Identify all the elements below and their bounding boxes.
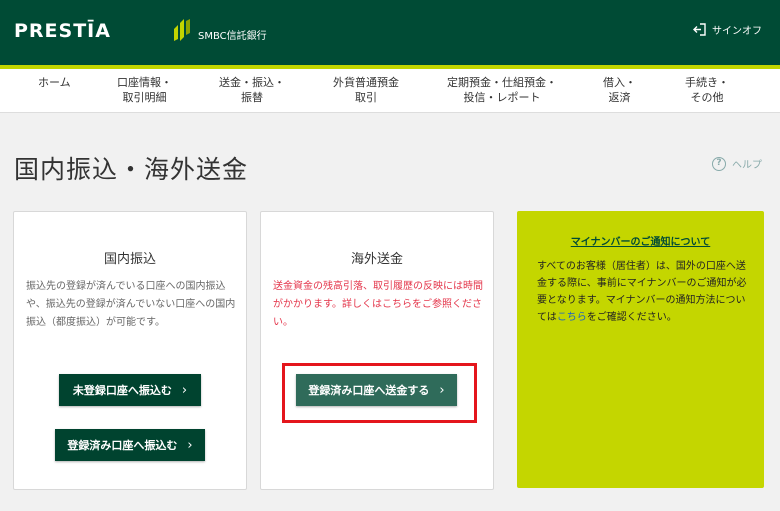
nav-transfer-line1: 送金・振込・ bbox=[219, 76, 285, 89]
main-nav: ホーム 口座情報・ 取引明細 送金・振込・ 振替 外貨普通預金 取引 定期預金・… bbox=[0, 69, 780, 113]
smbc-brand-mark-icon bbox=[174, 19, 190, 41]
nav-loan[interactable]: 借入・ 返済 bbox=[603, 75, 636, 105]
registered-transfer-button[interactable]: 登録済み口座へ振込む › bbox=[55, 429, 205, 461]
nav-procedures-line1: 手続き・ bbox=[685, 76, 729, 89]
signout-button[interactable]: サインオフ bbox=[693, 22, 762, 37]
nav-time-deposit-line2: 投信・レポート bbox=[463, 91, 541, 104]
nav-home[interactable]: ホーム bbox=[38, 75, 71, 90]
nav-home-label: ホーム bbox=[38, 76, 71, 89]
chevron-right-icon: › bbox=[181, 382, 188, 398]
unregistered-transfer-button[interactable]: 未登録口座へ振込む › bbox=[59, 374, 201, 406]
page-title: 国内振込・海外送金 bbox=[14, 155, 249, 184]
overseas-details-link[interactable]: こちら bbox=[382, 299, 412, 310]
nav-foreign-deposit-line2: 取引 bbox=[355, 91, 377, 104]
overseas-remittance-description: 送金資金の残高引落、取引履歴の反映には時間がかかります。詳しくはこちらをご参照く… bbox=[273, 278, 483, 332]
nav-account-info-line1: 口座情報・ bbox=[117, 76, 172, 89]
nav-transfer[interactable]: 送金・振込・ 振替 bbox=[219, 75, 285, 105]
highlight-box bbox=[282, 363, 477, 423]
nav-foreign-deposit[interactable]: 外貨普通預金 取引 bbox=[333, 75, 399, 105]
unregistered-transfer-label: 未登録口座へ振込む bbox=[72, 384, 172, 397]
signout-label: サインオフ bbox=[712, 26, 762, 37]
nav-procedures[interactable]: 手続き・ その他 bbox=[685, 75, 729, 105]
signout-icon bbox=[693, 23, 706, 36]
help-label: ヘルプ bbox=[732, 160, 762, 171]
prestia-logo[interactable]: PRESTĪA bbox=[14, 20, 111, 42]
registered-transfer-label: 登録済み口座へ振込む bbox=[67, 439, 178, 452]
help-icon: ? bbox=[712, 156, 726, 171]
mynumber-notice-link[interactable]: マイナンバーのご通知について bbox=[517, 233, 764, 248]
mynumber-notice-card: マイナンバーのご通知について すべてのお客様（居住者）は、国外の口座へ送金する際… bbox=[517, 211, 764, 488]
domestic-transfer-title: 国内振込 bbox=[103, 252, 156, 267]
mynumber-notice-body: すべてのお客様（居住者）は、国外の口座へ送金する際に、事前にマイナンバーのご通知… bbox=[537, 258, 750, 326]
nav-account-info-line2: 取引明細 bbox=[122, 91, 167, 104]
site-header: PRESTĪA SMBC信託銀行 サインオフ bbox=[0, 0, 780, 65]
nav-transfer-line2: 振替 bbox=[241, 91, 263, 104]
help-link[interactable]: ? ヘルプ bbox=[712, 156, 762, 171]
chevron-right-icon: › bbox=[187, 437, 193, 453]
nav-time-deposit[interactable]: 定期預金・仕組預金・ 投信・レポート bbox=[447, 75, 557, 105]
nav-foreign-deposit-line1: 外貨普通預金 bbox=[333, 76, 399, 89]
nav-procedures-line2: その他 bbox=[690, 91, 724, 104]
domestic-transfer-description: 振込先の登録が済んでいる口座への国内振込や、振込先の登録が済んでいない口座への国… bbox=[26, 281, 236, 328]
nav-account-info[interactable]: 口座情報・ 取引明細 bbox=[117, 75, 172, 105]
overseas-remittance-title: 海外送金 bbox=[350, 252, 403, 267]
nav-loan-line2: 返済 bbox=[608, 91, 631, 104]
bank-name: SMBC信託銀行 bbox=[198, 31, 267, 42]
notice-body-text-end: をご確認ください。 bbox=[586, 312, 677, 323]
notice-method-link[interactable]: こちら bbox=[557, 312, 587, 323]
nav-loan-line1: 借入・ bbox=[603, 76, 636, 89]
nav-time-deposit-line1: 定期預金・仕組預金・ bbox=[447, 76, 557, 89]
overseas-remittance-card: 海外送金 送金資金の残高引落、取引履歴の反映には時間がかかります。詳しくはこちら… bbox=[260, 211, 494, 490]
